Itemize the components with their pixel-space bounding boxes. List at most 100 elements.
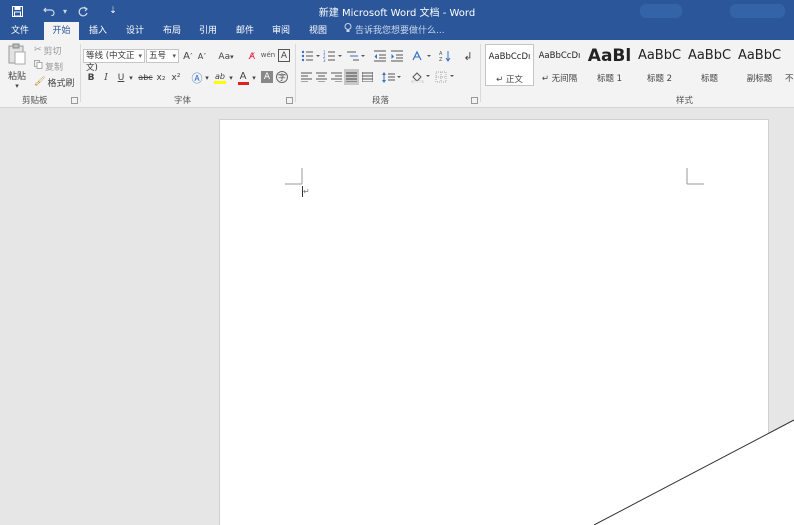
line-spacing-icon bbox=[382, 71, 401, 83]
svg-text:3: 3 bbox=[323, 58, 326, 62]
style-partial[interactable]: 不 bbox=[785, 44, 794, 86]
increase-indent-button[interactable] bbox=[390, 49, 404, 63]
font-color-button[interactable]: A bbox=[237, 70, 249, 85]
decrease-indent-icon bbox=[374, 50, 386, 62]
clipboard-launcher-icon[interactable] bbox=[71, 97, 78, 104]
cut-button[interactable]: ✂ 剪切 bbox=[34, 44, 62, 57]
superscript-button[interactable]: x² bbox=[170, 71, 182, 84]
chinese-layout-icon bbox=[412, 50, 431, 61]
chevron-down-icon: ▾ bbox=[15, 82, 19, 90]
tab-references[interactable]: 引用 bbox=[191, 22, 225, 40]
line-spacing-button[interactable] bbox=[381, 71, 403, 83]
borders-icon bbox=[435, 71, 454, 82]
underline-button[interactable]: U bbox=[116, 71, 126, 84]
bold-button[interactable]: B bbox=[86, 71, 96, 84]
chevron-down-icon[interactable]: ▾ bbox=[251, 71, 257, 84]
grow-font-button[interactable]: A ˄ bbox=[182, 50, 194, 63]
grow-arrow-icon: ˄ bbox=[189, 53, 193, 60]
shading-button[interactable] bbox=[410, 70, 432, 83]
change-case-button[interactable]: Aa ▾ bbox=[216, 50, 236, 63]
tab-design[interactable]: 设计 bbox=[117, 22, 153, 40]
clear-formatting-button[interactable]: A̸ bbox=[246, 50, 258, 63]
style-normal[interactable]: AaBbCcDı ↵ 正文 bbox=[485, 44, 534, 86]
enclose-characters-icon: 字 bbox=[278, 72, 286, 82]
svg-text:Z: Z bbox=[439, 57, 443, 62]
bullets-button[interactable] bbox=[300, 49, 322, 63]
phonetic-guide-button[interactable]: wén bbox=[261, 48, 275, 63]
style-name: 不 bbox=[785, 74, 794, 84]
multilevel-list-button[interactable] bbox=[345, 49, 367, 63]
style-sample: AaBbC bbox=[687, 48, 732, 63]
highlight-color-swatch bbox=[214, 80, 226, 84]
style-sample: AaBbC bbox=[637, 48, 682, 63]
format-painter-label: 格式刷 bbox=[47, 78, 75, 89]
grow-font-icon: A bbox=[183, 51, 190, 62]
strikethrough-button[interactable]: abc bbox=[138, 71, 153, 84]
document-page[interactable] bbox=[219, 119, 769, 525]
font-launcher-icon[interactable] bbox=[286, 97, 293, 104]
tab-file[interactable]: 文件 bbox=[0, 22, 40, 40]
style-heading-2[interactable]: AaBbC 标题 2 bbox=[635, 44, 684, 86]
tab-insert[interactable]: 插入 bbox=[81, 22, 115, 40]
font-name-select[interactable]: 等线 (中文正文) ▾ bbox=[83, 49, 145, 73]
paragraph-mark: ↵ bbox=[303, 187, 310, 196]
style-name: ↵ 正文 bbox=[496, 75, 523, 85]
chevron-down-icon[interactable]: ▾ bbox=[204, 71, 210, 84]
font-size-select[interactable]: 五号 ▾ bbox=[146, 49, 179, 63]
paste-button[interactable]: 粘贴 ▾ bbox=[6, 43, 28, 90]
justify-button[interactable] bbox=[344, 69, 359, 85]
tab-home[interactable]: 开始 bbox=[44, 22, 79, 40]
character-border-button[interactable]: A bbox=[278, 49, 290, 62]
style-no-spacing[interactable]: AaBbCcDı ↵ 无间隔 bbox=[535, 44, 584, 86]
tell-me-box[interactable]: 告诉我您想要做什么... bbox=[344, 22, 445, 40]
style-subtitle[interactable]: AaBbC 副标题 bbox=[735, 44, 784, 86]
italic-button[interactable]: I bbox=[101, 71, 111, 84]
style-sample: AaBbCcDı bbox=[538, 51, 581, 61]
sort-icon: AZ bbox=[439, 51, 451, 62]
scissors-icon: ✂ bbox=[34, 45, 42, 55]
copy-button[interactable]: 复制 bbox=[34, 60, 64, 73]
style-heading-1[interactable]: AaBl 标题 1 bbox=[585, 44, 634, 86]
increase-indent-icon bbox=[391, 50, 403, 62]
character-shading-button[interactable]: A bbox=[261, 71, 273, 83]
styles-gallery: AaBbCcDı ↵ 正文 AaBbCcDı ↵ 无间隔 AaBl 标题 1 A… bbox=[482, 44, 794, 90]
text-effects-button[interactable]: Ⓐ bbox=[191, 71, 203, 85]
font-color-swatch bbox=[237, 81, 249, 85]
enclose-characters-button[interactable]: 字 bbox=[276, 71, 288, 83]
style-name: ↵ 无间隔 bbox=[541, 74, 578, 84]
numbering-icon: 123 bbox=[323, 50, 342, 62]
divider bbox=[480, 44, 481, 102]
chevron-down-icon[interactable]: ▾ bbox=[128, 71, 134, 84]
chevron-down-icon[interactable]: ▾ bbox=[228, 71, 234, 84]
align-center-icon bbox=[316, 72, 327, 82]
align-left-button[interactable] bbox=[300, 71, 313, 83]
pilcrow-icon: ↲ bbox=[463, 49, 473, 63]
tab-layout[interactable]: 布局 bbox=[155, 22, 189, 40]
distributed-button[interactable] bbox=[361, 71, 374, 83]
align-center-button[interactable] bbox=[315, 71, 328, 83]
copy-label: 复制 bbox=[45, 62, 64, 73]
subscript-button[interactable]: x₂ bbox=[155, 71, 167, 84]
decrease-indent-button[interactable] bbox=[373, 49, 387, 63]
shrink-font-button[interactable]: A ˅ bbox=[196, 50, 208, 63]
chinese-layout-button[interactable] bbox=[411, 49, 433, 63]
tab-view[interactable]: 视图 bbox=[300, 22, 336, 40]
style-title[interactable]: AaBbC 标题 bbox=[685, 44, 734, 86]
highlight-button[interactable]: ab bbox=[213, 70, 227, 85]
align-left-icon bbox=[301, 72, 312, 82]
show-marks-button[interactable]: ↲ bbox=[462, 49, 474, 63]
paragraph-launcher-icon[interactable] bbox=[471, 97, 478, 104]
blurred-region bbox=[730, 4, 785, 18]
divider bbox=[80, 44, 81, 102]
tab-review[interactable]: 审阅 bbox=[264, 22, 298, 40]
ribbon-tabs: 文件 开始 插入 设计 布局 引用 邮件 审阅 视图 告诉我您想要做什么... bbox=[0, 22, 794, 40]
format-painter-button[interactable]: 🖌 格式刷 bbox=[34, 76, 75, 89]
sort-button[interactable]: AZ bbox=[438, 49, 452, 63]
borders-button[interactable] bbox=[434, 70, 456, 83]
tab-mailings[interactable]: 邮件 bbox=[228, 22, 262, 40]
group-label-clipboard: 剪贴板 bbox=[22, 96, 48, 106]
numbering-button[interactable]: 123 bbox=[322, 49, 344, 63]
font-color-icon: A bbox=[239, 70, 247, 82]
phonetic-guide-icon: wén bbox=[260, 51, 276, 59]
align-right-button[interactable] bbox=[330, 71, 343, 83]
